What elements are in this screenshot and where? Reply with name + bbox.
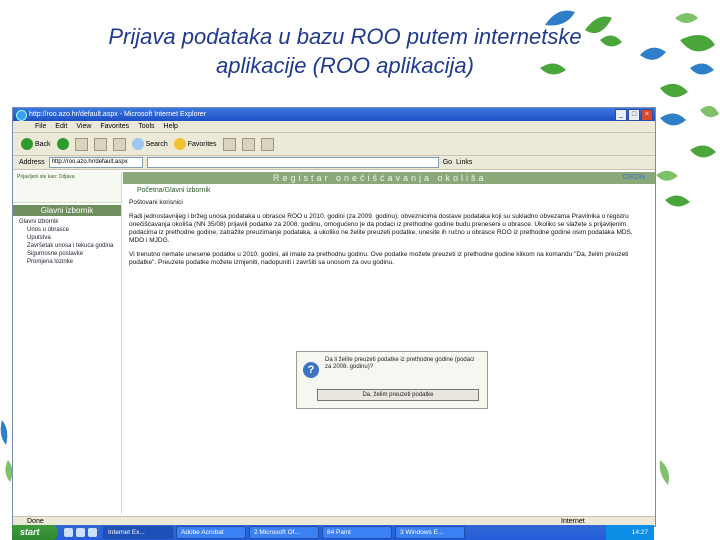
taskbar: start Internet Ex... Adobe Acrobat 2 Mic… bbox=[12, 525, 654, 540]
address-bar: Address http://roo.azo.hr/default.aspx G… bbox=[13, 156, 655, 170]
browser-toolbar: Back Search Favorites bbox=[13, 133, 655, 156]
sidebar-title: Glavni izbornik bbox=[13, 205, 121, 216]
address-label: Address bbox=[19, 159, 45, 166]
slide-title-line-1: Prijava podataka u bazu ROO putem intern… bbox=[108, 24, 582, 49]
tree-item-change-password[interactable]: Promjena lozinke bbox=[19, 258, 121, 266]
leaf-shape bbox=[680, 35, 715, 52]
paragraph-1: Radi jednostavnijeg i bržeg unosa podata… bbox=[129, 213, 633, 244]
mail-button[interactable] bbox=[241, 137, 255, 151]
menu-view[interactable]: View bbox=[76, 121, 91, 132]
leaf-shape bbox=[640, 47, 666, 60]
question-icon: ? bbox=[303, 362, 319, 378]
window-controls: _ □ × bbox=[615, 109, 653, 121]
leaf-shape bbox=[690, 63, 714, 75]
leaf-shape bbox=[656, 170, 678, 181]
forward-button[interactable] bbox=[56, 138, 69, 150]
import-dialog: ? Da li želite preuzeti podatke iz preth… bbox=[296, 351, 488, 409]
back-arrow-icon bbox=[21, 138, 33, 150]
leaf-shape bbox=[660, 83, 688, 98]
clock: 14:27 bbox=[631, 529, 648, 536]
search-icon bbox=[131, 138, 144, 150]
minimize-button[interactable]: _ bbox=[615, 109, 627, 121]
back-label: Back bbox=[35, 140, 51, 148]
tree-item-finish-entry[interactable]: Završetak unosa i tekuća godina bbox=[19, 242, 121, 250]
banner-title: Registar onečišćavanja okoliša bbox=[273, 173, 487, 183]
task-windows-explorer[interactable]: 3 Windows E... bbox=[395, 526, 465, 539]
go-button[interactable]: Go bbox=[443, 156, 452, 169]
address-input-extension[interactable] bbox=[146, 157, 439, 168]
quick-launch-icon[interactable] bbox=[64, 528, 73, 537]
leaf-shape bbox=[700, 105, 719, 118]
main-panel: Registar onečišćavanja okoliša OIKON Poč… bbox=[123, 172, 655, 514]
window-titlebar[interactable]: http://roo.azo.hr/default.aspx - Microso… bbox=[13, 108, 655, 121]
task-microsoft-office[interactable]: 2 Microsoft Of... bbox=[249, 526, 319, 539]
leaf-shape bbox=[675, 13, 698, 23]
app-banner: Registar onečišćavanja okoliša OIKON bbox=[123, 172, 655, 184]
system-tray: 14:27 bbox=[606, 525, 654, 540]
tree-item-instructions[interactable]: Uputstva bbox=[19, 234, 121, 242]
back-button[interactable]: Back bbox=[21, 138, 51, 150]
notice-text: Poštovani korisnici Radi jednostavnijeg … bbox=[123, 199, 649, 267]
search-label: Search bbox=[145, 140, 168, 148]
leaf-shape bbox=[660, 113, 686, 126]
leaf-shape bbox=[690, 145, 716, 158]
sidebar-tree: Glavni izbornik Unos u obrasce Uputstva … bbox=[13, 218, 121, 266]
menu-tools[interactable]: Tools bbox=[138, 121, 154, 132]
import-data-button[interactable]: Da, želim preuzeti podatke bbox=[317, 389, 479, 401]
dialog-question: Da li želite preuzeti podatke iz prethod… bbox=[325, 357, 475, 370]
window-title: http://roo.azo.hr/default.aspx - Microso… bbox=[29, 111, 207, 118]
menu-file[interactable]: File bbox=[35, 121, 46, 132]
task-paint[interactable]: 84 Paint bbox=[322, 526, 392, 539]
start-button[interactable]: start bbox=[12, 525, 58, 540]
leaf-shape bbox=[665, 195, 690, 207]
agency-logo: Prijavljeni ste kao: Odjava bbox=[13, 172, 121, 203]
tree-item-form-entry[interactable]: Unos u obrasce bbox=[19, 226, 121, 234]
star-icon bbox=[173, 138, 186, 150]
task-adobe-acrobat[interactable]: Adobe Acrobat bbox=[176, 526, 246, 539]
oikon-logo: OIKON bbox=[622, 174, 645, 181]
greeting: Poštovani korisnici bbox=[129, 199, 183, 206]
tree-item-main-menu[interactable]: Glavni izbornik bbox=[19, 218, 121, 226]
breadcrumb[interactable]: Početna/Glavni izbornik bbox=[123, 184, 655, 199]
menu-edit[interactable]: Edit bbox=[55, 121, 67, 132]
quick-launch bbox=[64, 528, 97, 537]
internet-explorer-icon bbox=[16, 110, 27, 121]
refresh-button[interactable] bbox=[93, 137, 107, 151]
menu-bar: File Edit View Favorites Tools Help bbox=[13, 121, 655, 133]
sidebar: Prijavljeni ste kao: Odjava Glavni izbor… bbox=[13, 172, 122, 514]
maximize-button[interactable]: □ bbox=[628, 109, 640, 121]
quick-launch-icon[interactable] bbox=[88, 528, 97, 537]
leaf-shape bbox=[659, 460, 669, 485]
task-internet-explorer[interactable]: Internet Ex... bbox=[103, 526, 173, 539]
login-status: Prijavljeni ste kao: Odjava bbox=[17, 174, 75, 180]
paragraph-2: Vi trenutno nemate unesene podatke u 201… bbox=[129, 251, 629, 266]
print-button[interactable] bbox=[260, 137, 274, 151]
tree-item-security-settings[interactable]: Sigurnosne postavke bbox=[19, 250, 121, 258]
quick-launch-icon[interactable] bbox=[76, 528, 85, 537]
status-text: Done bbox=[27, 518, 44, 525]
menu-favorites[interactable]: Favorites bbox=[100, 121, 129, 132]
links-label[interactable]: Links bbox=[456, 156, 472, 169]
page-content: Prijavljeni ste kao: Odjava Glavni izbor… bbox=[13, 172, 655, 514]
slide-title-line-2: aplikacije (ROO aplikacija) bbox=[216, 53, 474, 78]
slide-title: Prijava podataka u bazu ROO putem intern… bbox=[60, 22, 630, 80]
stop-button[interactable] bbox=[74, 137, 88, 151]
favorites-label: Favorites bbox=[187, 140, 217, 148]
favorites-button[interactable]: Favorites bbox=[173, 138, 217, 150]
menu-help[interactable]: Help bbox=[164, 121, 178, 132]
address-input[interactable]: http://roo.azo.hr/default.aspx bbox=[48, 157, 143, 168]
home-button[interactable] bbox=[112, 137, 126, 151]
leaf-shape bbox=[0, 420, 8, 445]
history-button[interactable] bbox=[222, 137, 236, 151]
browser-window: http://roo.azo.hr/default.aspx - Microso… bbox=[12, 107, 656, 527]
close-button[interactable]: × bbox=[641, 109, 653, 121]
search-button[interactable]: Search bbox=[131, 138, 168, 150]
